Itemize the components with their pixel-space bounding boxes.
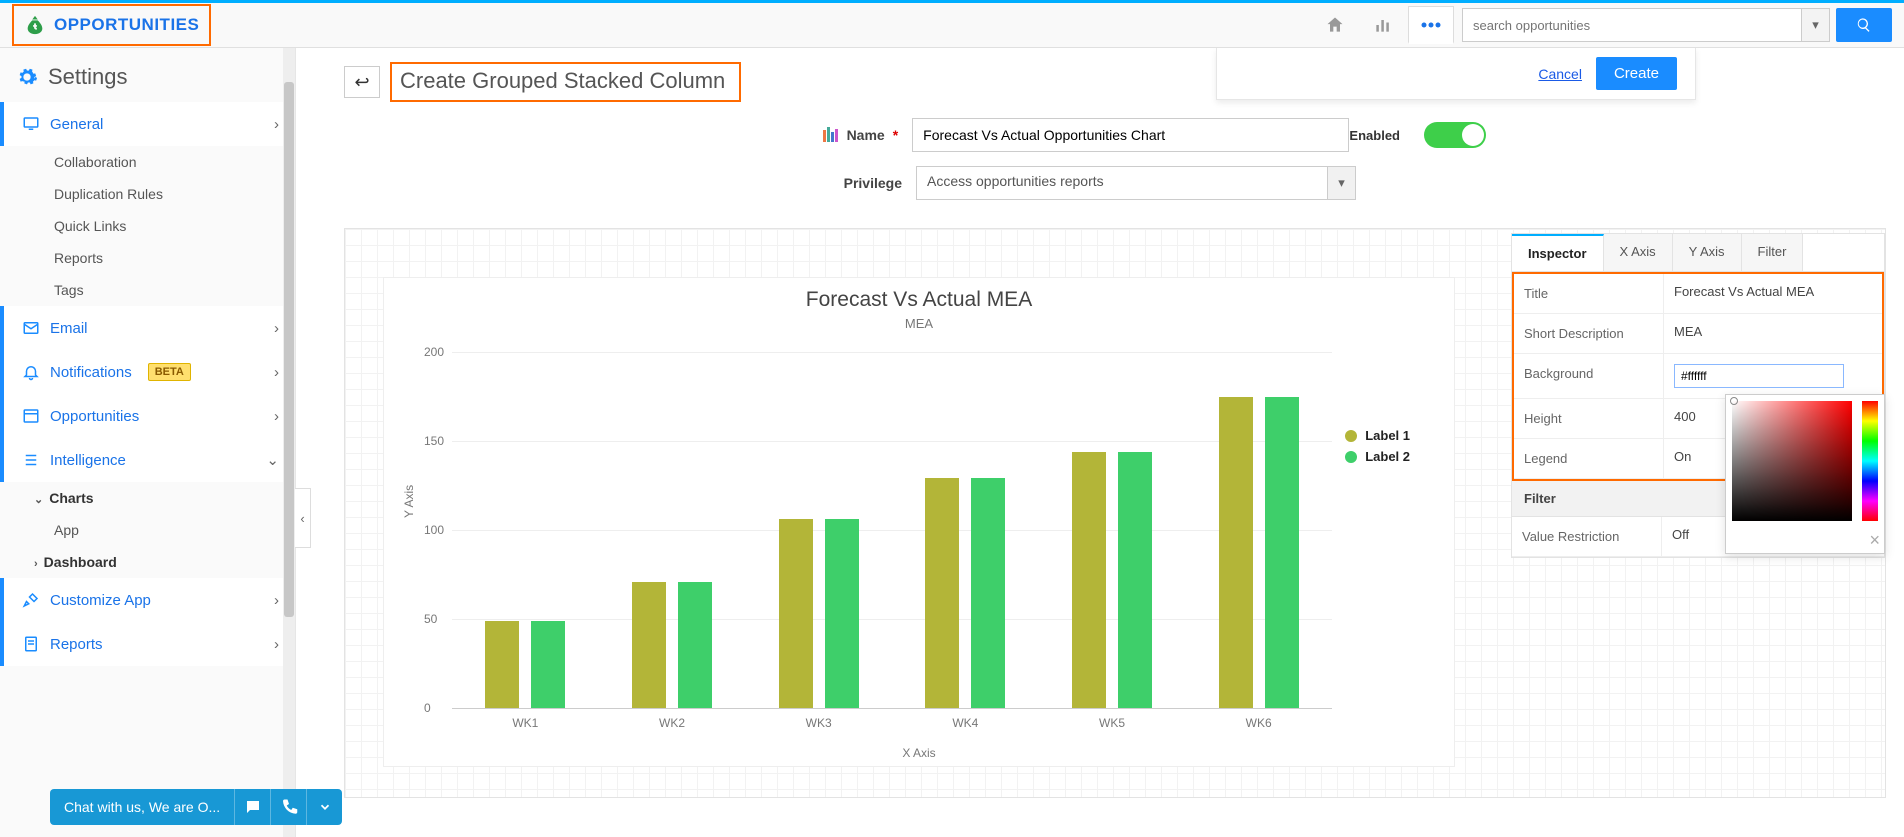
cancel-link[interactable]: Cancel (1538, 66, 1582, 82)
chart-box[interactable]: Forecast Vs Actual MEA MEA Y Axis X Axis… (383, 277, 1455, 767)
tab-x-axis[interactable]: X Axis (1604, 234, 1673, 271)
ins-height-label: Height (1514, 399, 1664, 438)
enabled-label: Enabled (1349, 128, 1400, 143)
chat-expand-icon[interactable] (306, 789, 342, 825)
sidebar-section-email[interactable]: Email› (0, 306, 295, 350)
sidebar-item-reports[interactable]: Reports (0, 242, 295, 274)
bar[interactable] (632, 582, 666, 708)
bell-icon (22, 363, 40, 381)
required-indicator: * (893, 127, 898, 143)
bar[interactable] (1118, 452, 1152, 708)
tab-inspector[interactable]: Inspector (1512, 234, 1604, 271)
main-content: Cancel Create ↩ Create Grouped Stacked C… (296, 48, 1904, 837)
sidebar-scrollbar[interactable] (283, 48, 295, 837)
ins-legend-label: Legend (1514, 439, 1664, 478)
chat-phone-icon[interactable] (270, 789, 306, 825)
color-saturation-area[interactable] (1732, 401, 1852, 521)
chevron-right-icon: › (274, 116, 279, 133)
gear-icon (16, 66, 38, 88)
chart-type-icon (823, 126, 839, 145)
tools-icon (22, 591, 40, 609)
bar[interactable] (531, 621, 565, 708)
sidebar-item-quick-links[interactable]: Quick Links (0, 210, 295, 242)
search-dropdown[interactable]: ▾ (1802, 8, 1830, 42)
window-icon (22, 407, 40, 425)
beta-badge: BETA (148, 363, 191, 381)
brand-text: OPPORTUNITIES (54, 15, 199, 35)
name-label: Name (847, 127, 885, 143)
create-action-bar: Cancel Create (1216, 48, 1696, 100)
tab-filter[interactable]: Filter (1742, 234, 1804, 271)
bar[interactable] (1219, 397, 1253, 709)
inspector-panel: Inspector X Axis Y Axis Filter TitleFore… (1511, 233, 1885, 558)
color-picker-cursor[interactable] (1730, 397, 1738, 405)
ins-desc-label: Short Description (1514, 314, 1664, 353)
tab-y-axis[interactable]: Y Axis (1673, 234, 1742, 271)
search-wrap: ▾ (1462, 8, 1892, 42)
monitor-icon (22, 115, 40, 133)
sidebar-section-intelligence[interactable]: Intelligence⌄ (0, 438, 295, 482)
ins-title-value[interactable]: Forecast Vs Actual MEA (1664, 274, 1882, 313)
bar[interactable] (971, 478, 1005, 708)
sidebar-section-customize-app[interactable]: Customize App› (0, 578, 295, 622)
sidebar: Settings General› Collaboration Duplicat… (0, 48, 296, 837)
back-button[interactable]: ↩ (344, 66, 380, 98)
enabled-toggle[interactable] (1424, 122, 1486, 148)
bar[interactable] (485, 621, 519, 708)
chart-legend: Label 1 Label 2 (1345, 428, 1410, 470)
list-icon (22, 451, 40, 469)
brand-opportunities[interactable]: OPPORTUNITIES (12, 4, 211, 46)
privilege-select-caret[interactable]: ▾ (1328, 166, 1356, 200)
chat-text: Chat with us, We are O... (50, 799, 234, 815)
color-picker[interactable]: × (1725, 394, 1885, 554)
x-axis-label: X Axis (384, 746, 1454, 760)
chart-icon[interactable] (1360, 6, 1406, 44)
y-axis-label: Y Axis (402, 485, 416, 518)
more-icon[interactable] (1408, 6, 1454, 44)
color-hue-slider[interactable] (1862, 401, 1878, 521)
sidebar-item-charts[interactable]: ⌄Charts (0, 482, 295, 514)
sidebar-section-opportunities[interactable]: Opportunities› (0, 394, 295, 438)
top-icons (1312, 6, 1454, 44)
top-bar: OPPORTUNITIES ▾ (0, 0, 1904, 48)
home-icon[interactable] (1312, 6, 1358, 44)
ins-desc-value[interactable]: MEA (1664, 314, 1882, 353)
sidebar-item-dashboard[interactable]: ›Dashboard (0, 546, 295, 578)
ins-bg-label: Background (1514, 354, 1664, 398)
bar[interactable] (1265, 397, 1299, 709)
envelope-icon (22, 319, 40, 337)
create-button[interactable]: Create (1596, 57, 1677, 90)
search-input[interactable] (1462, 8, 1802, 42)
chat-widget[interactable]: Chat with us, We are O... (50, 789, 342, 825)
sidebar-item-duplication-rules[interactable]: Duplication Rules (0, 178, 295, 210)
ins-title-label: Title (1514, 274, 1664, 313)
sidebar-section-general[interactable]: General› (0, 102, 295, 146)
privilege-select[interactable]: Access opportunities reports (916, 166, 1328, 200)
chevron-down-icon: ⌄ (266, 451, 279, 469)
money-bag-icon (24, 14, 46, 36)
ins-bg-input[interactable] (1674, 364, 1844, 388)
search-button[interactable] (1836, 8, 1892, 42)
bar[interactable] (825, 519, 859, 708)
chart-subtitle: MEA (384, 316, 1454, 331)
document-icon (22, 635, 40, 653)
bar[interactable] (678, 582, 712, 708)
color-picker-close-icon[interactable]: × (1869, 530, 1880, 551)
sidebar-item-tags[interactable]: Tags (0, 274, 295, 306)
bar[interactable] (779, 519, 813, 708)
sidebar-section-notifications[interactable]: Notifications BETA › (0, 350, 295, 394)
sidebar-item-app[interactable]: App (0, 514, 295, 546)
name-input[interactable] (912, 118, 1349, 152)
bar[interactable] (925, 478, 959, 708)
chart-title: Forecast Vs Actual MEA (384, 278, 1454, 312)
page-title: Create Grouped Stacked Column (390, 62, 741, 102)
sidebar-item-collaboration[interactable]: Collaboration (0, 146, 295, 178)
privilege-label: Privilege (844, 175, 902, 191)
settings-heading: Settings (0, 48, 295, 102)
ins-vr-label: Value Restriction (1512, 517, 1662, 556)
chart-canvas: Forecast Vs Actual MEA MEA Y Axis X Axis… (344, 228, 1886, 798)
sidebar-section-reports-2[interactable]: Reports› (0, 622, 295, 666)
bar[interactable] (1072, 452, 1106, 708)
chat-message-icon[interactable] (234, 789, 270, 825)
